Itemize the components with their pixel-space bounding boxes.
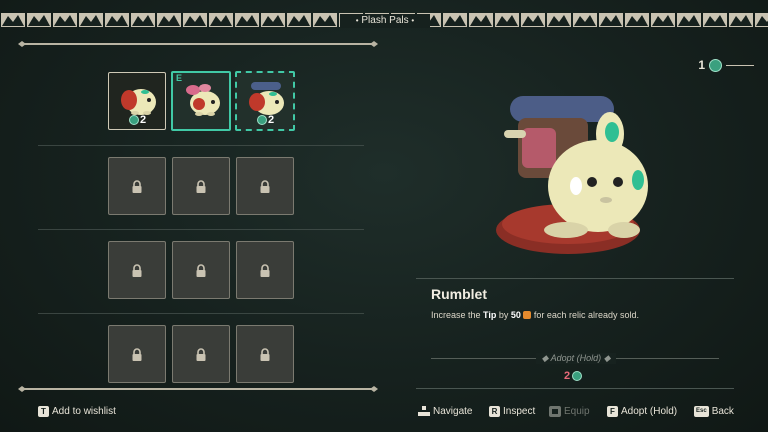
- pal-slot-3[interactable]: 2: [235, 71, 295, 131]
- pal-name: Rumblet: [431, 286, 487, 302]
- equip-button[interactable]: Equip: [549, 406, 590, 417]
- inspect-button[interactable]: R Inspect: [489, 406, 535, 417]
- locked-pal-slot[interactable]: [172, 325, 230, 383]
- adopt-hold-button[interactable]: F Adopt (Hold): [607, 406, 677, 417]
- lock-icon: [196, 348, 206, 361]
- navigate-hint[interactable]: Navigate: [418, 406, 472, 417]
- locked-pal-slot[interactable]: [236, 325, 294, 383]
- currency-amount: 1: [698, 58, 705, 72]
- lock-icon: [132, 264, 142, 277]
- locked-pal-slot[interactable]: [108, 325, 166, 383]
- row-separator: [38, 313, 364, 314]
- equip-icon: [549, 406, 561, 417]
- lock-icon: [132, 348, 142, 361]
- locked-pal-slot[interactable]: [172, 241, 230, 299]
- currency-display: 1: [698, 58, 754, 72]
- lock-icon: [260, 348, 270, 361]
- adopt-hold-label: ◆ Adopt (Hold) ◆: [536, 353, 616, 364]
- back-button[interactable]: Esc Back: [694, 406, 734, 417]
- locked-pal-slot[interactable]: [236, 157, 294, 215]
- panel-frame-top: [18, 41, 378, 47]
- pal-critter-icon: [186, 84, 220, 116]
- row-separator: [38, 229, 364, 230]
- coin-icon: [572, 371, 583, 381]
- key-esc-icon: Esc: [694, 406, 709, 417]
- locked-pal-slot[interactable]: [236, 241, 294, 299]
- pal-slot-2[interactable]: E: [171, 71, 231, 131]
- pal-description: Increase the Tip by 50 for each relic al…: [431, 310, 639, 320]
- lock-icon: [196, 180, 206, 193]
- lock-icon: [196, 264, 206, 277]
- key-r-icon: R: [489, 406, 500, 417]
- detail-divider: [416, 388, 734, 389]
- coin-icon: [129, 115, 139, 125]
- currency-divider: [726, 64, 754, 66]
- pal-slot-1[interactable]: 2: [108, 72, 166, 130]
- lock-icon: [260, 264, 270, 277]
- locked-pal-slot[interactable]: [108, 157, 166, 215]
- lock-icon: [132, 180, 142, 193]
- locked-pal-slot[interactable]: [108, 241, 166, 299]
- key-f-icon: F: [607, 406, 618, 417]
- rumblet-preview-image: [496, 96, 648, 254]
- coin-icon: [709, 58, 722, 72]
- dpad-icon: [418, 406, 430, 416]
- row-separator: [38, 145, 364, 146]
- page-title-label: Plash Pals: [361, 15, 409, 26]
- pal-count: 2: [257, 114, 274, 126]
- pal-count: 2: [129, 114, 146, 126]
- detail-divider: [416, 278, 734, 279]
- coin-icon: [257, 115, 267, 125]
- locked-pal-slot[interactable]: [172, 157, 230, 215]
- panel-frame-bottom: [18, 386, 378, 392]
- page-title: • Plash Pals •: [340, 14, 430, 28]
- lock-icon: [260, 180, 270, 193]
- key-t-icon: T: [38, 406, 49, 417]
- adopt-cost: 2: [564, 370, 583, 382]
- add-to-wishlist-button[interactable]: T Add to wishlist: [38, 406, 116, 417]
